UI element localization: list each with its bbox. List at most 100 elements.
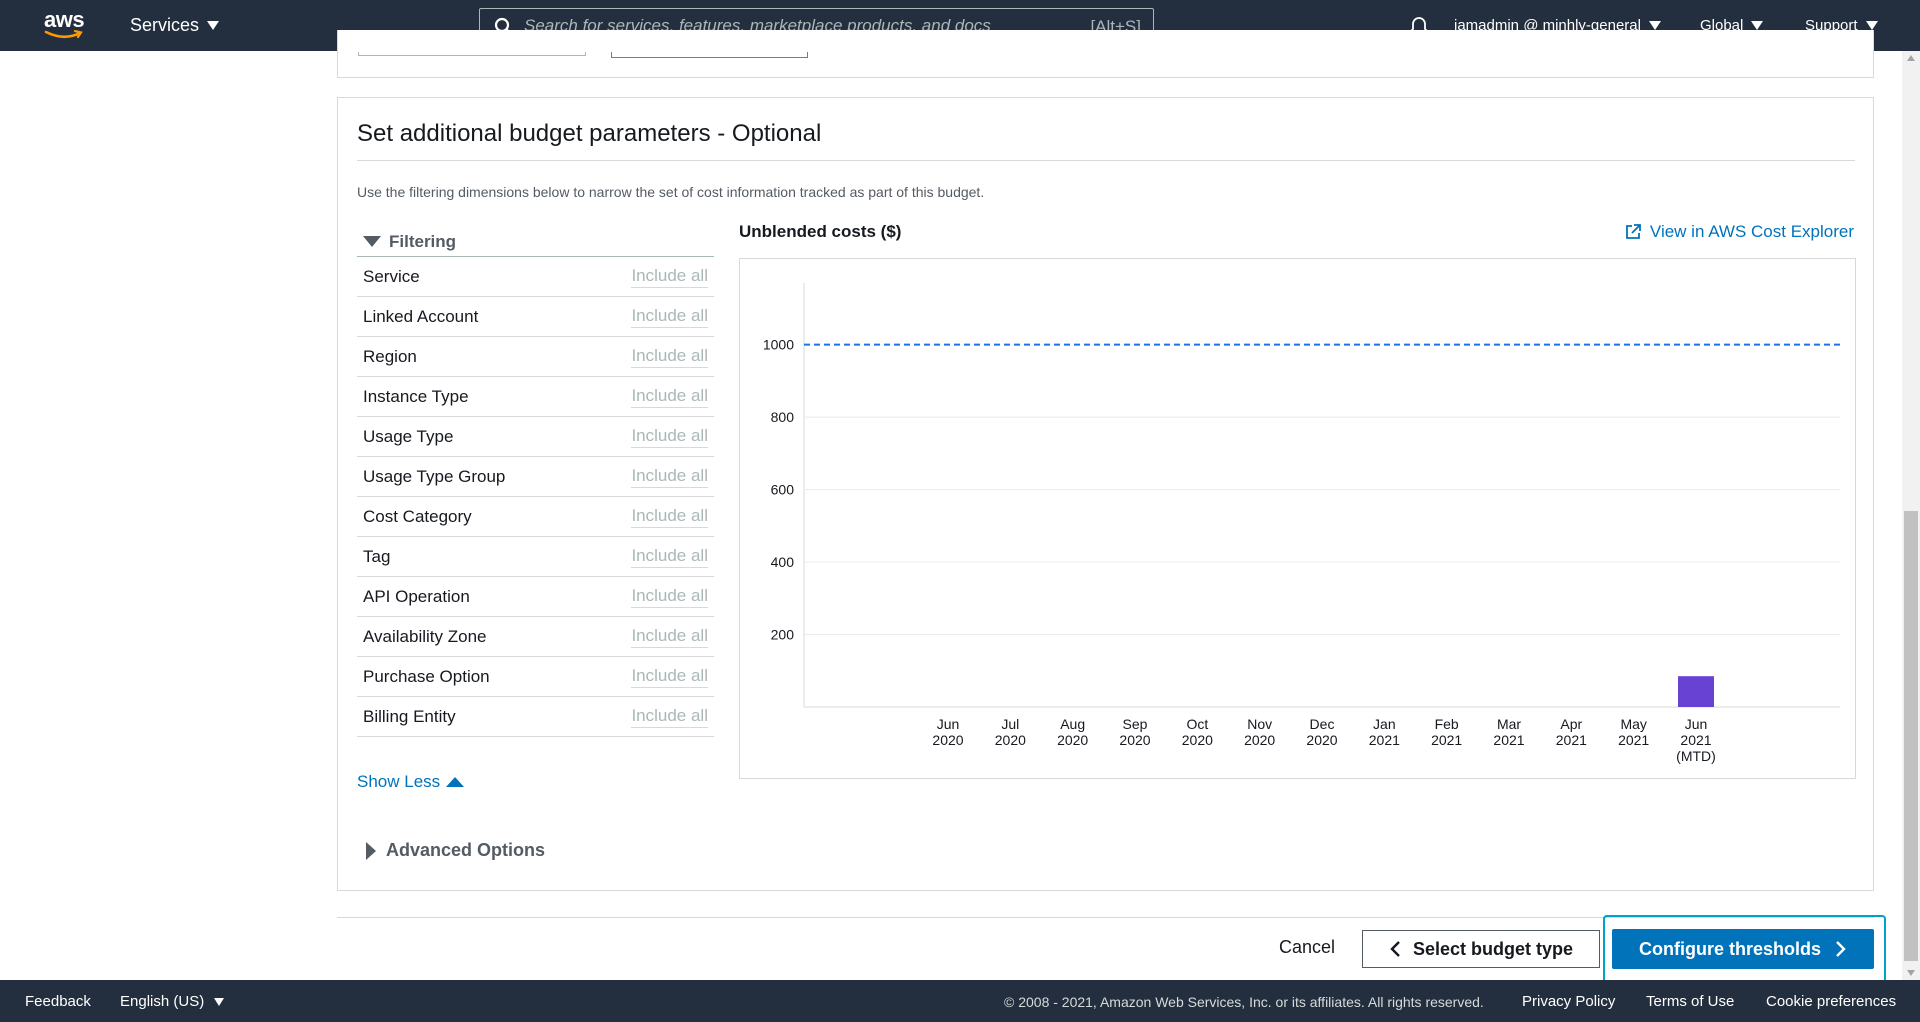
chart-title: Unblended costs ($)	[739, 222, 902, 241]
filter-row[interactable]: Billing Entity Include all	[357, 697, 714, 737]
section-description: Use the filtering dimensions below to na…	[357, 184, 985, 200]
filter-row[interactable]: Cost Category Include all	[357, 497, 714, 537]
y-tick-label: 200	[771, 627, 795, 643]
scroll-down-arrow-icon[interactable]	[1907, 970, 1915, 976]
chevron-right-icon	[1836, 941, 1846, 957]
language-selector[interactable]: English (US)	[120, 993, 225, 1010]
y-tick-label: 600	[771, 482, 795, 498]
x-tick-label: May 2021	[1618, 716, 1649, 748]
x-tick-label: Apr 2021	[1556, 716, 1587, 748]
x-tick-label-line: 2021	[1618, 732, 1649, 748]
cancel-button[interactable]: Cancel	[1279, 937, 1335, 958]
filter-value[interactable]: Include all	[631, 706, 708, 728]
x-tick-label-line: Aug	[1060, 716, 1085, 732]
filter-value[interactable]: Include all	[631, 266, 708, 288]
aws-smile-icon	[44, 30, 83, 39]
chevron-left-icon	[1390, 941, 1400, 957]
cost-chart-svg: 2004006008001000Jun 2020Jul 2020Aug 2020Sep…	[763, 283, 1840, 764]
scrollbar-thumb[interactable]	[1904, 511, 1918, 961]
filter-row[interactable]: Purchase Option Include all	[357, 657, 714, 697]
filter-value[interactable]: Include all	[631, 306, 708, 328]
x-tick-label-line: 2020	[1182, 732, 1213, 748]
select-budget-type-button[interactable]: Select budget type	[1362, 930, 1600, 968]
filter-name: API Operation	[363, 586, 470, 606]
aws-logo[interactable]: aws	[44, 7, 88, 42]
filter-value[interactable]: Include all	[631, 626, 708, 648]
filter-value[interactable]: Include all	[631, 386, 708, 408]
feedback-label: Feedback	[25, 993, 91, 1010]
x-tick-label-line: Sep	[1123, 716, 1148, 732]
filter-value[interactable]: Include all	[631, 546, 708, 568]
scroll-up-arrow-icon[interactable]	[1907, 55, 1915, 61]
cost-bar[interactable]	[1678, 676, 1714, 707]
view-in-cost-explorer-link[interactable]: View in AWS Cost Explorer	[1624, 222, 1854, 242]
x-tick-label: Oct 2020	[1182, 716, 1213, 748]
previous-field	[358, 52, 586, 56]
x-tick-label-line: 2020	[1057, 732, 1088, 748]
previous-section-card	[337, 30, 1874, 78]
x-tick-label: Sep 2020	[1119, 716, 1150, 748]
filter-row[interactable]: Region Include all	[357, 337, 714, 377]
x-tick-label: Jul 2020	[995, 716, 1026, 748]
advanced-options-toggle[interactable]: Advanced Options	[366, 840, 545, 861]
x-tick-label: Feb 2021	[1431, 716, 1462, 748]
aws-logo-text: aws	[44, 7, 85, 32]
filter-row[interactable]: Linked Account Include all	[357, 297, 714, 337]
caret-down-icon	[363, 236, 381, 247]
filtering-panel: Filtering Service Include all Linked Accou…	[357, 227, 714, 737]
x-tick-label: Nov 2020	[1244, 716, 1275, 748]
filter-name: Usage Type Group	[363, 466, 506, 486]
view-in-cost-explorer-label: View in AWS Cost Explorer	[1649, 222, 1854, 241]
x-tick-label-line: 2020	[1244, 732, 1275, 748]
x-tick-label-line: May	[1620, 716, 1646, 732]
configure-thresholds-button[interactable]: Configure thresholds	[1612, 929, 1874, 969]
filter-row[interactable]: API Operation Include all	[357, 577, 714, 617]
filter-name: Tag	[363, 546, 391, 566]
x-tick-label-line: 2021	[1556, 732, 1587, 748]
filter-row[interactable]: Usage Type Include all	[357, 417, 714, 457]
budget-parameters-card: Set additional budget parameters - Optio…	[337, 97, 1874, 891]
x-tick-label: Jan 2021	[1369, 716, 1400, 748]
filter-row[interactable]: Instance Type Include all	[357, 377, 714, 417]
filter-name: Usage Type	[363, 426, 454, 446]
x-tick-label-line: 2020	[995, 732, 1026, 748]
privacy-policy-link[interactable]: Privacy Policy	[1522, 993, 1615, 1010]
filter-row[interactable]: Tag Include all	[357, 537, 714, 577]
x-tick-label: Mar 2021	[1493, 716, 1524, 748]
filter-row[interactable]: Availability Zone Include all	[357, 617, 714, 657]
filter-row[interactable]: Service Include all	[357, 257, 714, 297]
section-title: Set additional budget parameters - Optio…	[357, 120, 822, 147]
services-menu[interactable]: Services	[130, 15, 220, 36]
terms-of-use-link[interactable]: Terms of Use	[1646, 993, 1734, 1010]
x-tick-label-line: Nov	[1247, 716, 1272, 732]
filter-row[interactable]: Usage Type Group Include all	[357, 457, 714, 497]
filter-value[interactable]: Include all	[631, 426, 708, 448]
x-tick-label-line: Oct	[1186, 716, 1208, 732]
filtering-toggle[interactable]: Filtering	[357, 227, 714, 257]
cookie-preferences-link[interactable]: Cookie preferences	[1766, 993, 1896, 1010]
filter-value[interactable]: Include all	[631, 506, 708, 528]
services-label: Services	[130, 15, 200, 35]
filter-value[interactable]: Include all	[631, 466, 708, 488]
page-scrollbar[interactable]	[1902, 51, 1920, 980]
filter-value[interactable]: Include all	[631, 666, 708, 688]
filter-name: Billing Entity	[363, 706, 456, 726]
show-less-link[interactable]: Show Less	[357, 772, 465, 792]
x-tick-label-line: Jan	[1373, 716, 1396, 732]
filter-name: Cost Category	[363, 506, 472, 526]
filter-value[interactable]: Include all	[631, 346, 708, 368]
filtering-label: Filtering	[389, 231, 457, 251]
filter-name: Linked Account	[363, 306, 479, 326]
x-tick-label-line: Feb	[1435, 716, 1459, 732]
previous-field-selected	[611, 52, 808, 58]
x-tick-label-line: 2021	[1369, 732, 1400, 748]
x-tick-label-line: 2021	[1431, 732, 1462, 748]
filter-name: Service	[363, 266, 420, 286]
external-link-icon	[1626, 224, 1641, 239]
x-tick-label-line: (MTD)	[1676, 748, 1716, 764]
feedback-link[interactable]: Feedback	[25, 993, 91, 1010]
caret-down-icon	[214, 997, 225, 1006]
filter-name: Instance Type	[363, 386, 469, 406]
filter-value[interactable]: Include all	[631, 586, 708, 608]
filter-name: Region	[363, 346, 417, 366]
